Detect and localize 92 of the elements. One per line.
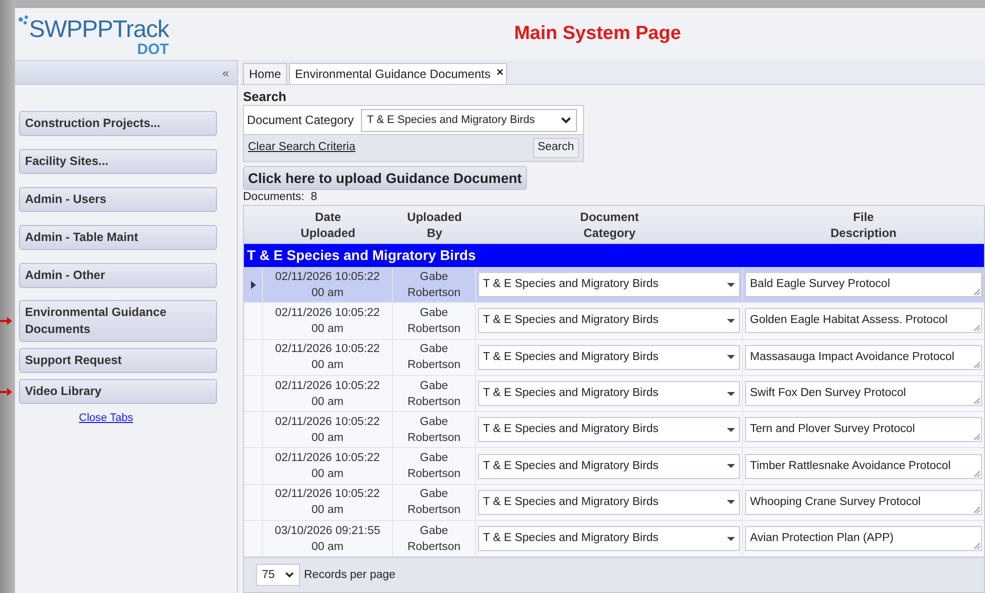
table-cell-text: Gabe Robertson <box>407 524 461 555</box>
table-row[interactable]: 02/11/2026 10:05:22 00 am Gabe Robertson T & E Species and Migratory Birds Massasauga Impact Avoidance Protocol <box>244 340 984 376</box>
description-field[interactable]: Tern and Plover Survey Protocol <box>745 417 982 442</box>
table-cell-text: 02/11/2026 10:05:22 00 am <box>275 306 380 337</box>
sidebar-item[interactable]: Support Request <box>19 348 217 373</box>
records-per-page-dropdown[interactable]: 75 <box>256 564 300 586</box>
description-field[interactable]: Avian Protection Plan (APP) <box>745 526 982 552</box>
dropdown-arrow-icon <box>727 536 735 541</box>
description-field[interactable]: Golden Eagle Habitat Assess. Protocol <box>745 308 982 334</box>
table-cell-text: 03/10/2026 09:21:55 00 am <box>274 524 380 555</box>
table-row[interactable]: 02/11/2026 10:05:22 00 am Gabe Robertson T & E Species and Migratory Birds Golden Eagle Habitat Assess. Protocol <box>244 303 984 340</box>
table-cell-text: Gabe Robertson <box>407 487 461 518</box>
table-row[interactable]: 02/11/2026 10:05:22 00 am Gabe Robertson T & E Species and Migratory Birds Swift Fox Den Survey Protocol <box>244 376 984 412</box>
chevron-down-icon <box>561 116 571 124</box>
category-dropdown[interactable]: T & E Species and Migratory Birds <box>478 272 740 298</box>
column-header[interactable]: Document Category <box>580 208 639 240</box>
sidebar-item[interactable]: Video Library <box>19 379 217 404</box>
description-field[interactable]: Swift Fox Den Survey Protocol <box>745 381 982 406</box>
row-indicator-icon <box>250 280 256 289</box>
resize-handle-icon[interactable] <box>974 325 980 332</box>
resize-handle-icon[interactable] <box>974 398 980 404</box>
table-row[interactable]: 02/11/2026 10:05:22 00 am Gabe Robertson T & E Species and Migratory Birds Timber Rattlesnake Avoidance Protocol <box>244 448 984 485</box>
sidebar-item[interactable]: Admin - Users <box>19 187 217 212</box>
category-dropdown[interactable]: T & E Species and Migratory Birds <box>478 490 740 515</box>
category-dropdown[interactable]: T & E Species and Migratory Birds <box>478 381 740 406</box>
dropdown-arrow-icon <box>727 464 735 468</box>
category-dropdown[interactable]: T & E Species and Migratory Birds <box>361 108 577 132</box>
table-cell-text: 02/11/2026 10:05:22 00 am <box>275 487 380 518</box>
description-field[interactable]: Bald Eagle Survey Protocol <box>745 272 982 298</box>
logo-icon <box>18 15 29 25</box>
dropdown-arrow-icon <box>727 500 735 504</box>
table-cell-text: Gabe Robertson <box>407 306 461 337</box>
column-header[interactable]: Date Uploaded <box>300 208 356 240</box>
category-dropdown[interactable]: T & E Species and Migratory Birds <box>478 344 740 370</box>
description-field[interactable]: Timber Rattlesnake Avoidance Protocol <box>745 454 982 479</box>
category-dropdown[interactable]: T & E Species and Migratory Birds <box>478 417 740 442</box>
table-cell-text: Gabe Robertson <box>407 270 461 301</box>
upload-button[interactable]: Click here to upload Guidance Document <box>243 166 527 190</box>
pointer-arrow-icon <box>0 388 12 396</box>
table-cell-text: 02/11/2026 10:05:22 00 am <box>275 342 380 374</box>
table-row[interactable]: 02/11/2026 10:05:22 00 am Gabe Robertson T & E Species and Migratory Birds Bald Eagle Survey Protocol <box>244 267 984 304</box>
field-label: Document Category <box>246 112 355 129</box>
clear-search-link[interactable]: Clear Search Criteria <box>248 139 356 157</box>
category-dropdown[interactable]: T & E Species and Migratory Birds <box>478 454 740 479</box>
table-cell-text: 02/11/2026 10:05:22 00 am <box>275 378 380 410</box>
sidebar-item[interactable]: Admin - Other <box>19 263 217 288</box>
table-cell-text: 02/11/2026 10:05:22 00 am <box>275 414 380 446</box>
resize-handle-icon[interactable] <box>974 506 980 513</box>
group-header: T & E Species and Migratory Birds <box>244 244 984 267</box>
tab[interactable]: Home <box>243 63 288 84</box>
page-title: Main System Page <box>514 22 681 46</box>
column-header[interactable]: Uploaded By <box>407 208 462 240</box>
close-tab-icon[interactable]: × <box>496 63 504 81</box>
table-cell-text: Gabe Robertson <box>407 414 461 446</box>
description-field[interactable]: Massasauga Impact Avoidance Protocol <box>745 344 982 370</box>
search-button[interactable]: Search <box>532 138 579 158</box>
search-heading: Search <box>243 89 288 105</box>
logo-text: SWPPPTrack <box>29 17 169 43</box>
table-cell-text: 02/11/2026 10:05:22 00 am <box>275 270 380 301</box>
table-cell-text: Gabe Robertson <box>407 342 461 374</box>
logo-subtext: DOT <box>137 43 169 57</box>
table-row[interactable]: 02/11/2026 10:05:22 00 am Gabe Robertson T & E Species and Migratory Birds Whooping Crane Survey Protocol <box>244 484 984 522</box>
table-cell-text: Gabe Robertson <box>407 378 461 410</box>
dropdown-arrow-icon <box>727 392 735 396</box>
dropdown-arrow-icon <box>727 282 735 287</box>
sidebar-item[interactable]: Admin - Table Maint <box>19 225 217 250</box>
collapse-button[interactable]: « <box>222 64 229 82</box>
sidebar-item[interactable]: Environmental Guidance Documents <box>19 300 217 342</box>
dropdown-arrow-icon <box>727 355 735 360</box>
dropdown-arrow-icon <box>727 428 735 432</box>
tab[interactable]: Environmental Guidance Documents × <box>289 63 508 84</box>
resize-handle-icon[interactable] <box>974 362 980 368</box>
table-row[interactable]: 02/11/2026 10:05:22 00 am Gabe Robertson T & E Species and Migratory Birds Tern and Plover Survey Protocol <box>244 412 984 448</box>
category-dropdown[interactable]: T & E Species and Migratory Birds <box>478 526 740 552</box>
column-header[interactable]: File Description <box>830 208 896 240</box>
table-cell-text: 02/11/2026 10:05:22 00 am <box>275 451 380 482</box>
pointer-arrow-icon <box>0 317 12 325</box>
chevron-down-icon <box>285 572 294 578</box>
resize-handle-icon[interactable] <box>974 434 980 440</box>
close-tabs-link[interactable]: Close Tabs <box>78 410 134 426</box>
dropdown-arrow-icon <box>727 318 735 323</box>
description-field[interactable]: Whooping Crane Survey Protocol <box>745 490 982 515</box>
resize-handle-icon[interactable] <box>974 289 980 296</box>
category-dropdown[interactable]: T & E Species and Migratory Birds <box>478 308 740 334</box>
document-count: Documents: 8 <box>243 190 318 205</box>
sidebar-item[interactable]: Construction Projects... <box>19 111 217 136</box>
resize-handle-icon[interactable] <box>974 470 980 477</box>
table-cell-text: Gabe Robertson <box>407 451 461 482</box>
sidebar-item[interactable]: Facility Sites... <box>19 149 217 174</box>
resize-handle-icon[interactable] <box>974 543 980 550</box>
table-row[interactable]: 03/10/2026 09:21:55 00 am Gabe Robertson T & E Species and Migratory Birds Avian Protection Plan (APP) <box>244 521 984 558</box>
records-per-page-label: Records per page <box>304 568 396 583</box>
